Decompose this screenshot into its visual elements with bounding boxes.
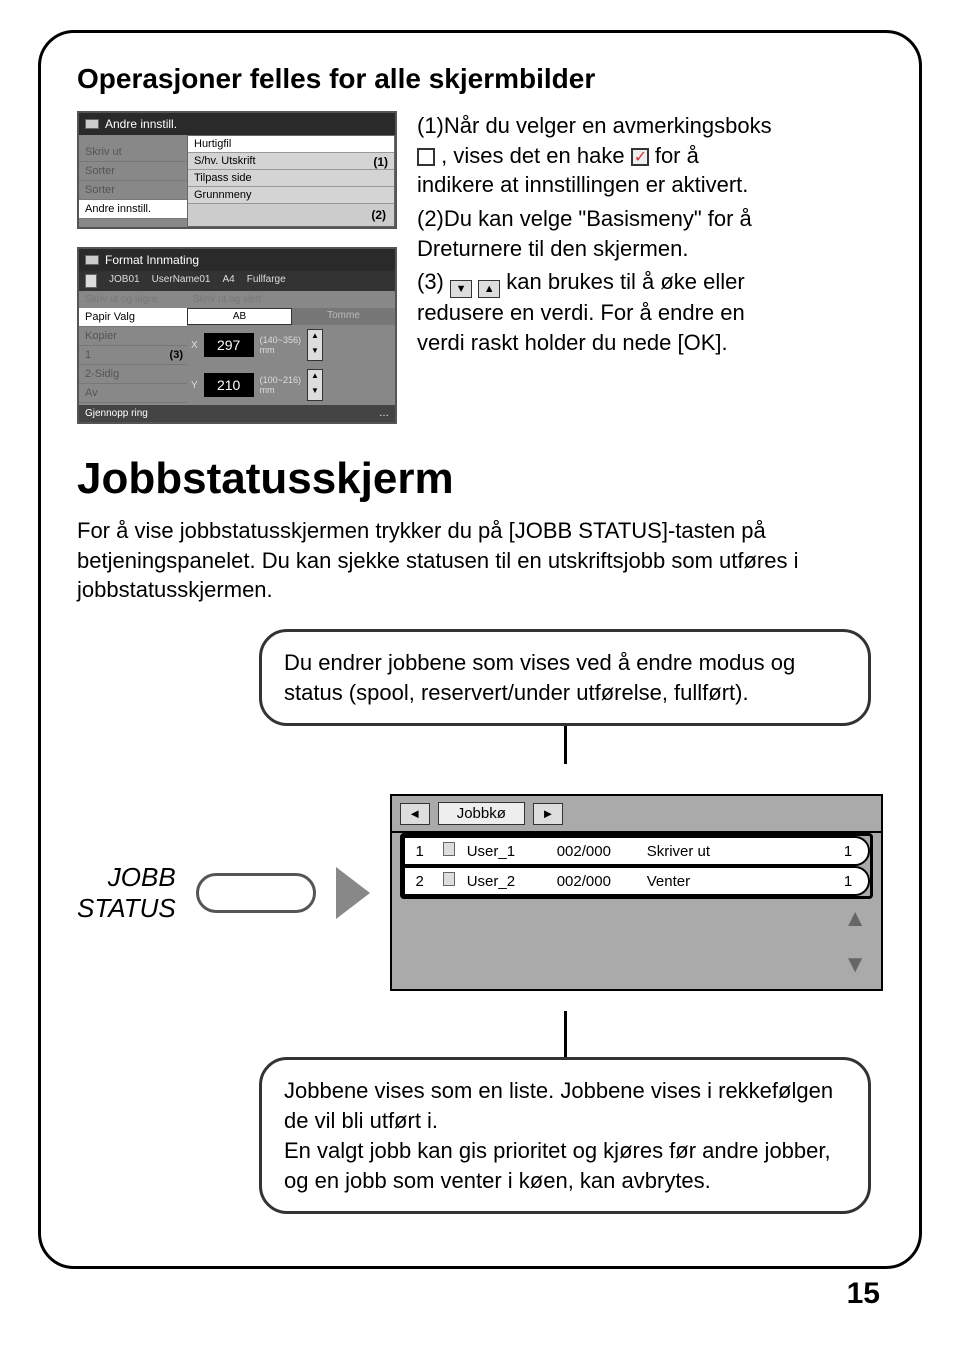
sidebar-item[interactable]: Sorter	[79, 162, 187, 181]
scroll-up-icon[interactable]: ▲	[843, 905, 867, 933]
arrow-down-icon: ▼	[450, 280, 472, 298]
reopen-ring-label[interactable]: Gjennopp ring	[85, 408, 148, 419]
section-body: For å vise jobbstatusskjermen trykker du…	[77, 516, 883, 605]
scroll-down-icon[interactable]: ▼	[843, 951, 867, 979]
height-range: (100~216) mm	[260, 375, 301, 395]
callout-1: (1)	[373, 155, 388, 169]
job-name: JOB01	[109, 274, 140, 288]
format-input-panel: Format Innmating JOB01 UserName01 A4 Ful…	[77, 247, 397, 424]
height-spinner[interactable]: ▲▼	[307, 369, 323, 401]
left-panels: Andre innstill. Skriv ut Sorter Sorter A…	[77, 111, 397, 424]
instructions-text: (1)Når du velger en avmerkingsboks , vis…	[417, 111, 883, 424]
settings-menu-panel: Andre innstill. Skriv ut Sorter Sorter A…	[77, 111, 397, 229]
sidebar-item: 1 (3)	[79, 346, 187, 365]
document-icon	[443, 872, 455, 886]
callout-2: (2)	[188, 204, 394, 226]
height-value[interactable]: 210	[204, 373, 254, 397]
user-name: UserName01	[152, 274, 211, 288]
sidebar-item: Av	[79, 384, 187, 403]
jobbko-tab[interactable]: Jobbkø	[438, 802, 525, 825]
menu-item[interactable]: Hurtigfil	[188, 136, 394, 153]
document-icon	[85, 274, 97, 288]
color-mode: Fullfarge	[247, 274, 286, 288]
paper-size: A4	[223, 274, 235, 288]
grey-row: Skriv ut og slett	[187, 291, 395, 308]
page-title: Operasjoner felles for alle skjermbilder	[77, 63, 883, 95]
width-spinner[interactable]: ▲▼	[307, 329, 323, 361]
width-value[interactable]: 297	[204, 333, 254, 357]
callout-3: (3)	[170, 349, 183, 361]
callout-box-top: Du endrer jobbene som vises ved å endre …	[259, 629, 871, 726]
jobb-status-panel: ◄ Jobbkø ► 1 User_1 002/000 Skriver ut 1	[390, 794, 883, 991]
prev-button[interactable]: ◄	[400, 803, 430, 825]
sidebar-item: 2-Sidig	[79, 365, 187, 384]
page-number: 15	[38, 1277, 922, 1311]
jobb-status-label-2: STATUS	[77, 893, 176, 924]
sidebar-item[interactable]: Skriv ut	[79, 143, 187, 162]
next-button[interactable]: ►	[533, 803, 563, 825]
menu-item-label: S/hv. Utskrift	[194, 155, 256, 167]
document-icon	[443, 842, 455, 856]
width-range: (140~356) mm	[260, 335, 301, 355]
sidebar-item[interactable]: Sorter	[79, 181, 187, 200]
section-heading-jobbstatus: Jobbstatusskjerm	[77, 454, 883, 504]
panel1-header: Andre innstill.	[105, 117, 177, 131]
connector-line	[564, 726, 567, 764]
triangle-right-icon	[336, 867, 370, 919]
grey-row: Skriv ut og lagre	[79, 291, 187, 308]
callout-box-bottom: Jobbene vises som en liste. Jobbene vise…	[259, 1057, 871, 1214]
job-row[interactable]: 2 User_2 002/000 Venter 1	[403, 866, 870, 896]
jobb-status-label-1: JOBB	[77, 862, 176, 893]
checkbox-checked-icon	[631, 148, 649, 166]
panel2-header: Format Innmating	[105, 253, 199, 267]
sidebar-item: Kopier	[79, 327, 187, 346]
tab-tomme[interactable]: Tomme	[292, 308, 395, 325]
menu-item[interactable]: Grunnmeny	[188, 187, 394, 204]
sidebar-item[interactable]: Andre innstill.	[79, 200, 187, 219]
printer-icon	[85, 255, 99, 265]
arrow-up-icon: ▲	[478, 280, 500, 298]
menu-item[interactable]: Tilpass side	[188, 170, 394, 187]
jobb-status-button[interactable]	[196, 873, 316, 913]
checkbox-empty-icon	[417, 148, 435, 166]
connector-line	[564, 1011, 567, 1057]
tab-ab[interactable]: AB	[187, 308, 292, 325]
paper-select-label: Papir Valg	[79, 308, 187, 327]
menu-item[interactable]: S/hv. Utskrift (1)	[188, 153, 394, 170]
job-row[interactable]: 1 User_1 002/000 Skriver ut 1	[403, 836, 870, 866]
printer-icon	[85, 119, 99, 129]
